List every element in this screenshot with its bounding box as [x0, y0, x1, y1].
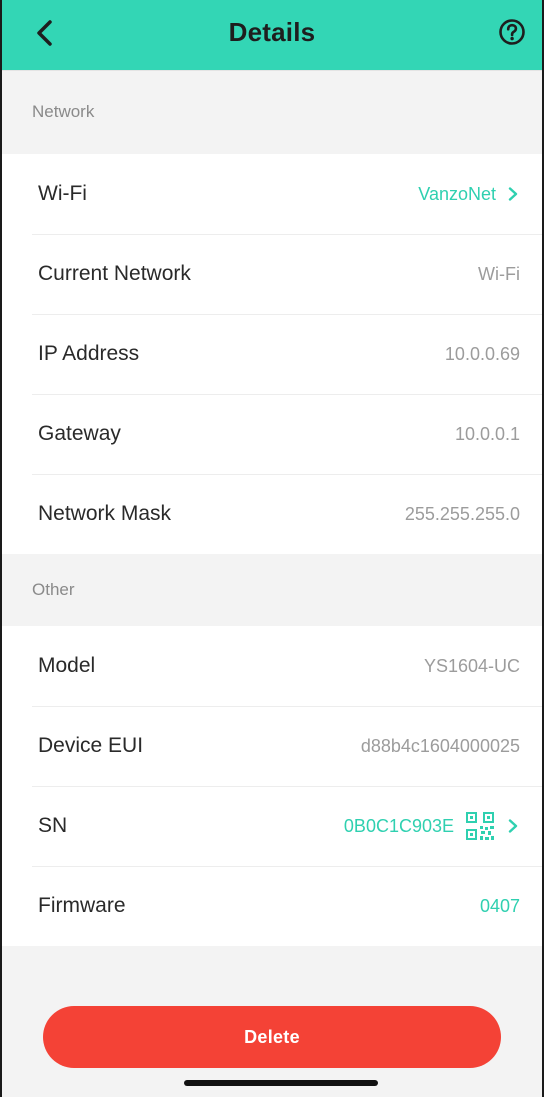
- help-button[interactable]: [498, 18, 526, 46]
- row-current-network: Current Network Wi-Fi: [2, 234, 542, 314]
- row-value: 0407: [479, 895, 520, 916]
- row-label: Current Network: [38, 262, 191, 285]
- row-label: Gateway: [38, 422, 121, 445]
- row-value: YS1604-UC: [423, 655, 520, 676]
- row-value: Wi-Fi: [478, 263, 520, 284]
- row-label: Device EUI: [38, 734, 144, 757]
- qr-code-icon[interactable]: [464, 810, 496, 842]
- question-circle-icon: [499, 19, 525, 45]
- page-title: Details: [228, 17, 316, 47]
- header-bar: Details: [2, 0, 542, 70]
- row-value: 10.0.0.69: [444, 343, 520, 364]
- row-model: Model YS1604-UC: [2, 626, 542, 706]
- row-value: VanzoNet: [418, 184, 520, 205]
- row-value: 0B0C1C903E: [344, 810, 520, 842]
- serial-number: 0B0C1C903E: [343, 815, 454, 836]
- wifi-name: VanzoNet: [418, 183, 496, 204]
- network-group: Wi-Fi VanzoNet Current Network Wi-Fi IP …: [2, 154, 542, 554]
- chevron-right-icon: [508, 819, 518, 833]
- row-value: 10.0.0.1: [454, 423, 520, 444]
- row-network-mask: Network Mask 255.255.255.0: [2, 474, 542, 554]
- delete-button[interactable]: Delete: [43, 1006, 501, 1068]
- row-gateway: Gateway 10.0.0.1: [2, 394, 542, 474]
- row-label: SN: [38, 814, 68, 837]
- app-screen: Details Network Wi-Fi VanzoNet Current N…: [0, 0, 544, 1097]
- row-value: d88b4c1604000025: [360, 735, 520, 756]
- row-label: Network Mask: [38, 502, 172, 525]
- row-label: Firmware: [38, 894, 126, 917]
- row-device-eui: Device EUI d88b4c1604000025: [2, 706, 542, 786]
- row-label: Wi-Fi: [38, 182, 87, 205]
- other-group: Model YS1604-UC Device EUI d88b4c1604000…: [2, 626, 542, 946]
- row-ip-address: IP Address 10.0.0.69: [2, 314, 542, 394]
- chevron-right-icon: [508, 187, 518, 201]
- row-sn[interactable]: SN 0B0C1C903E: [2, 786, 542, 866]
- row-firmware[interactable]: Firmware 0407: [2, 866, 542, 946]
- row-label: IP Address: [38, 342, 140, 365]
- section-label-network: Network: [32, 102, 95, 121]
- row-value: 255.255.255.0: [404, 503, 520, 524]
- row-label: Model: [38, 654, 96, 677]
- row-wifi[interactable]: Wi-Fi VanzoNet: [2, 154, 542, 234]
- section-label-other: Other: [32, 580, 75, 599]
- home-indicator[interactable]: [184, 1080, 378, 1086]
- delete-container: Delete: [2, 1006, 542, 1068]
